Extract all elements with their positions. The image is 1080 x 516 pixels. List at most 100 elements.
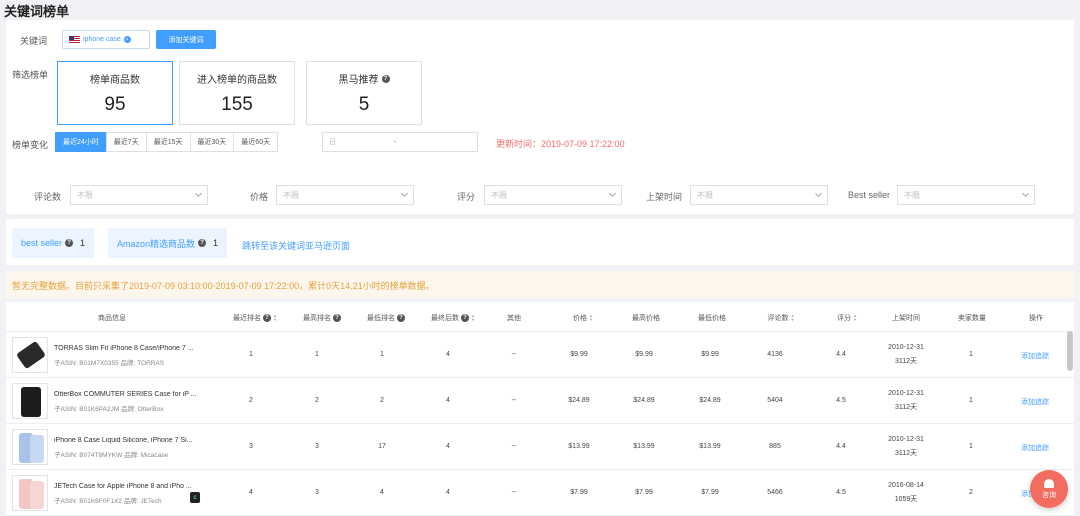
- stat-box-list-products[interactable]: 榜单商品数 95: [57, 61, 173, 125]
- reviews: 5404: [767, 397, 783, 404]
- table-row: TORRAS Slim Fit iPhone 8 Case/iPhone 7 .…: [6, 332, 1074, 378]
- col-recent-rank[interactable]: 最近排名? ▲ ▼: [233, 313, 277, 323]
- other: --: [511, 489, 517, 496]
- tag-label: Amazon精选商品数: [117, 238, 196, 249]
- col-final[interactable]: 最终后数? ▲ ▼: [431, 313, 475, 323]
- remove-keyword-icon[interactable]: ×: [123, 36, 131, 43]
- help-icon[interactable]: ?: [65, 239, 74, 247]
- add-keyword-button[interactable]: 添加关键词: [156, 30, 216, 49]
- product-title[interactable]: OtterBox COMMUTER SERIES Case for iP ...: [54, 391, 224, 398]
- stat-label: 黑马推荐: [338, 75, 379, 86]
- stat-value: 95: [104, 94, 126, 115]
- add-tracking-link[interactable]: 添加追踪: [1021, 351, 1049, 361]
- bell-icon: [1044, 478, 1054, 488]
- price: $7.99: [570, 489, 588, 496]
- date-placeholder: 日: [329, 139, 336, 146]
- us-flag-icon: [69, 36, 80, 43]
- best-seller-select[interactable]: 不限: [897, 185, 1035, 205]
- col-reviews[interactable]: 评论数 ▲ ▼: [768, 313, 795, 323]
- amazon-choice-tag[interactable]: Amazon精选商品数 ? 1: [108, 228, 228, 258]
- select-placeholder: 不限: [283, 190, 299, 200]
- price: $24.89: [568, 397, 590, 404]
- select-placeholder: 不限: [904, 190, 920, 200]
- stat-value: 155: [221, 94, 253, 115]
- keyword-label: 关键词: [20, 36, 48, 46]
- update-time: 更新时间：2019-07-09 17:22:00: [496, 139, 625, 149]
- col-rating[interactable]: 评分 ▲ ▼: [837, 313, 857, 323]
- col-price[interactable]: 价格 ▲ ▼: [573, 313, 593, 323]
- sort-icon: ▲ ▼: [273, 313, 277, 322]
- keyword-chip[interactable]: iphone case ×: [62, 30, 150, 49]
- product-asin-brand: 子ASIN: B01K6PA2JM 品牌: OtterBox: [54, 406, 164, 413]
- filter-panel: 关键词 iphone case × 添加关键词 筛选榜单 榜单商品数 95 进入…: [6, 20, 1074, 214]
- range-60d-button[interactable]: 最近60天: [233, 132, 279, 152]
- min-price: $13.99: [699, 443, 721, 450]
- rating-select[interactable]: 不限: [484, 185, 622, 205]
- product-title[interactable]: iPhone 8 Case Liquid Silicone, iPhone 7 …: [54, 437, 224, 444]
- product-asin-brand: 子ASIN: B01K6F0F1X2 品牌: JETech: [54, 498, 162, 505]
- sort-icon: ▲ ▼: [853, 313, 857, 322]
- product-asin-brand: 子ASIN: B01M7X0355 品牌: TORRAS: [54, 360, 165, 367]
- sort-icon: ▲ ▼: [790, 313, 795, 322]
- min-price: $7.99: [701, 489, 719, 496]
- seller-count: 2: [969, 489, 973, 496]
- stat-box-entered-products[interactable]: 进入榜单的商品数 155: [179, 61, 295, 125]
- select-placeholder: 不限: [77, 190, 93, 200]
- table-header: 商品信息 最近排名? ▲ ▼ 最高排名? 最低排名? 最终后数? ▲ ▼ 其他 价格 ▲ ▼…: [6, 302, 1074, 332]
- min-price: $9.99: [701, 351, 719, 358]
- range-24h-button[interactable]: 最近24小时: [55, 132, 107, 152]
- high-rank: 3: [315, 443, 319, 450]
- seller-count: 1: [969, 443, 973, 450]
- filter-label-listed-time: 上架时间: [646, 192, 683, 202]
- add-tracking-link[interactable]: 添加追踪: [1021, 397, 1049, 407]
- product-thumbnail[interactable]: [12, 429, 48, 465]
- help-icon[interactable]: ?: [381, 74, 390, 83]
- product-thumbnail[interactable]: [12, 475, 48, 511]
- col-high-rank[interactable]: 最高排名?: [303, 313, 341, 323]
- rank-change-label: 榜单变化: [12, 140, 49, 150]
- range-30d-button[interactable]: 最近30天: [189, 132, 235, 152]
- tag-label: best seller: [21, 238, 63, 248]
- best-seller-tag[interactable]: best seller ? 1: [12, 228, 95, 258]
- range-7d-button[interactable]: 最近7天: [105, 132, 147, 152]
- col-product-info: 商品信息: [98, 315, 126, 322]
- tag-panel: best seller ? 1 Amazon精选商品数 ? 1 跳转至该关键词亚…: [6, 219, 1074, 265]
- other: --: [511, 351, 517, 358]
- other: --: [511, 397, 517, 404]
- low-rank: 4: [380, 489, 384, 496]
- filter-label-best-seller: Best seller: [848, 190, 891, 200]
- tag-count: 1: [213, 238, 219, 248]
- chevron-down-icon: [400, 189, 409, 198]
- col-sellers: 卖家数量: [958, 315, 986, 322]
- help-icon[interactable]: ?: [198, 239, 207, 247]
- range-15d-button[interactable]: 最近15天: [145, 132, 191, 152]
- price-select[interactable]: 不限: [276, 185, 414, 205]
- stat-box-dark-horse[interactable]: 黑马推荐? 5: [306, 61, 422, 125]
- data-warning: 暂无完整数据。目前只采集了2019-07-09 03:10:00-2019-07…: [6, 271, 1074, 298]
- vertical-scrollbar[interactable]: [1067, 331, 1073, 371]
- amazon-page-link[interactable]: 跳转至该关键词亚马逊页面: [242, 239, 350, 252]
- product-thumbnail[interactable]: [12, 383, 48, 419]
- consult-button[interactable]: 咨询: [1030, 470, 1068, 508]
- stat-label: 进入榜单的商品数: [197, 75, 277, 86]
- col-low-rank[interactable]: 最低排名?: [367, 313, 405, 323]
- recent-rank: 2: [249, 397, 253, 404]
- high-rank: 3: [315, 489, 319, 496]
- date-separator: -: [394, 138, 397, 146]
- date-range-input[interactable]: 日 -: [322, 132, 478, 152]
- recent-rank: 3: [249, 443, 253, 450]
- rating: 4.5: [836, 489, 846, 496]
- product-title[interactable]: JETech Case for Apple iPhone 8 and iPho …: [54, 483, 224, 490]
- chat-icon[interactable]: c: [190, 492, 200, 503]
- product-title[interactable]: TORRAS Slim Fit iPhone 8 Case/iPhone 7 .…: [54, 345, 224, 352]
- add-tracking-link[interactable]: 添加追踪: [1021, 443, 1049, 453]
- rating: 4.4: [836, 443, 846, 450]
- range-button-group: 最近24小时 最近7天 最近15天 最近30天 最近60天: [55, 132, 279, 152]
- product-asin-brand: 子ASIN: B074T8MYKW 品牌: Micacase: [54, 452, 169, 459]
- listed-time-select[interactable]: 不限: [690, 185, 828, 205]
- product-thumbnail[interactable]: [12, 337, 48, 373]
- reviews-select[interactable]: 不限: [70, 185, 208, 205]
- help-icon: ?: [333, 314, 341, 322]
- seller-count: 1: [969, 351, 973, 358]
- table-row: OtterBox COMMUTER SERIES Case for iP ...…: [6, 378, 1074, 424]
